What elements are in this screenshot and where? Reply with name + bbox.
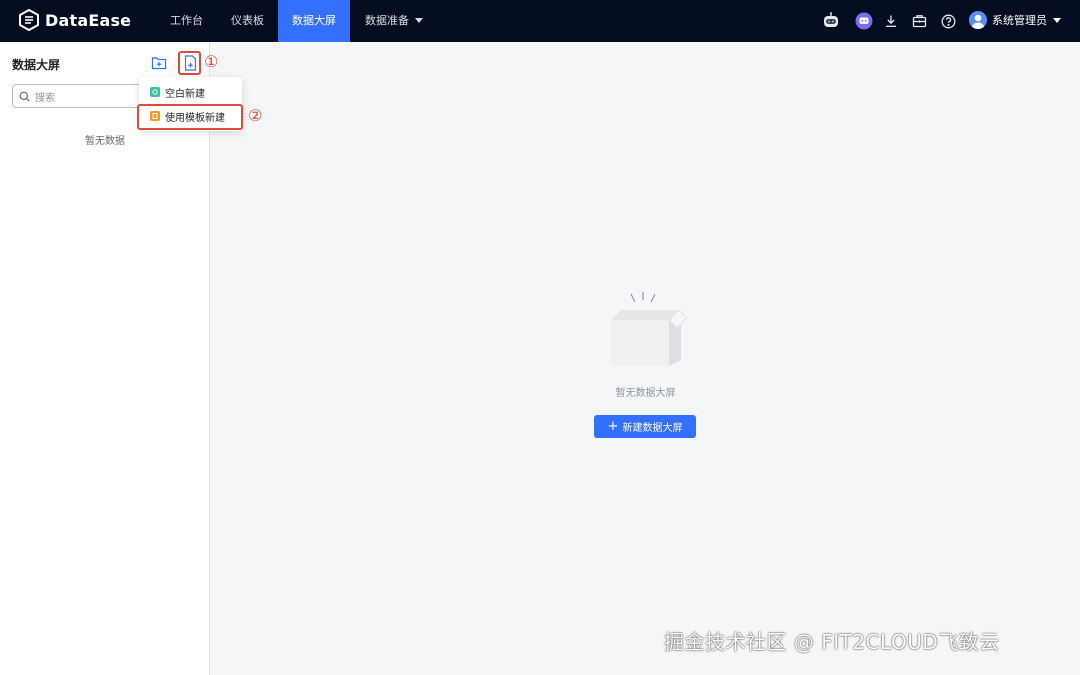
- top-navigation-bar: DataEase 工作台 仪表板 数据大屏 数据准备 系统管理员: [0, 0, 1080, 42]
- annotation-highlight-new-file: [178, 51, 201, 75]
- watermark-text: 掘金技术社区 @ FIT2CLOUD飞致云: [664, 630, 1000, 654]
- sidebar-title: 数据大屏: [12, 58, 61, 72]
- ai-chat-icon[interactable]: [854, 11, 874, 31]
- nav-data-screen[interactable]: 数据大屏: [278, 0, 350, 42]
- menu-item-label: 空白新建: [165, 88, 205, 100]
- toolbox-icon[interactable]: [909, 11, 929, 31]
- search-icon: [19, 91, 30, 102]
- search-placeholder: 搜索: [35, 92, 55, 104]
- blank-new-icon: [150, 87, 160, 97]
- create-data-screen-button[interactable]: + 新建数据大屏: [594, 415, 696, 438]
- download-icon[interactable]: [881, 11, 901, 31]
- app-name: DataEase: [45, 10, 132, 30]
- plus-icon: +: [607, 419, 619, 434]
- dataease-logo-icon: [19, 9, 39, 31]
- empty-state-text: 暂无数据大屏: [615, 388, 676, 399]
- app-logo[interactable]: DataEase: [18, 9, 131, 31]
- sidebar-empty-text: 暂无数据: [85, 136, 125, 147]
- avatar: [969, 11, 987, 29]
- nav-workbench[interactable]: 工作台: [156, 0, 217, 42]
- help-icon[interactable]: [938, 11, 958, 31]
- main-content: 暂无数据大屏 + 新建数据大屏: [211, 42, 1080, 675]
- nav-data-prep[interactable]: 数据准备: [351, 0, 437, 42]
- empty-box-illustration: [611, 292, 688, 366]
- chevron-down-icon: [1053, 17, 1061, 23]
- chevron-down-icon: [415, 17, 423, 23]
- robot-assistant-icon[interactable]: [821, 11, 841, 31]
- new-folder-icon[interactable]: [150, 54, 168, 72]
- search-input[interactable]: 搜索: [12, 84, 142, 108]
- user-menu[interactable]: 系统管理员: [969, 11, 1061, 29]
- nav-data-prep-label: 数据准备: [365, 14, 409, 27]
- user-name: 系统管理员: [992, 14, 1047, 27]
- nav-dashboard[interactable]: 仪表板: [217, 0, 278, 42]
- create-button-label: 新建数据大屏: [622, 423, 683, 434]
- sidebar: 数据大屏 ① 搜索 暂无数据: [0, 42, 218, 675]
